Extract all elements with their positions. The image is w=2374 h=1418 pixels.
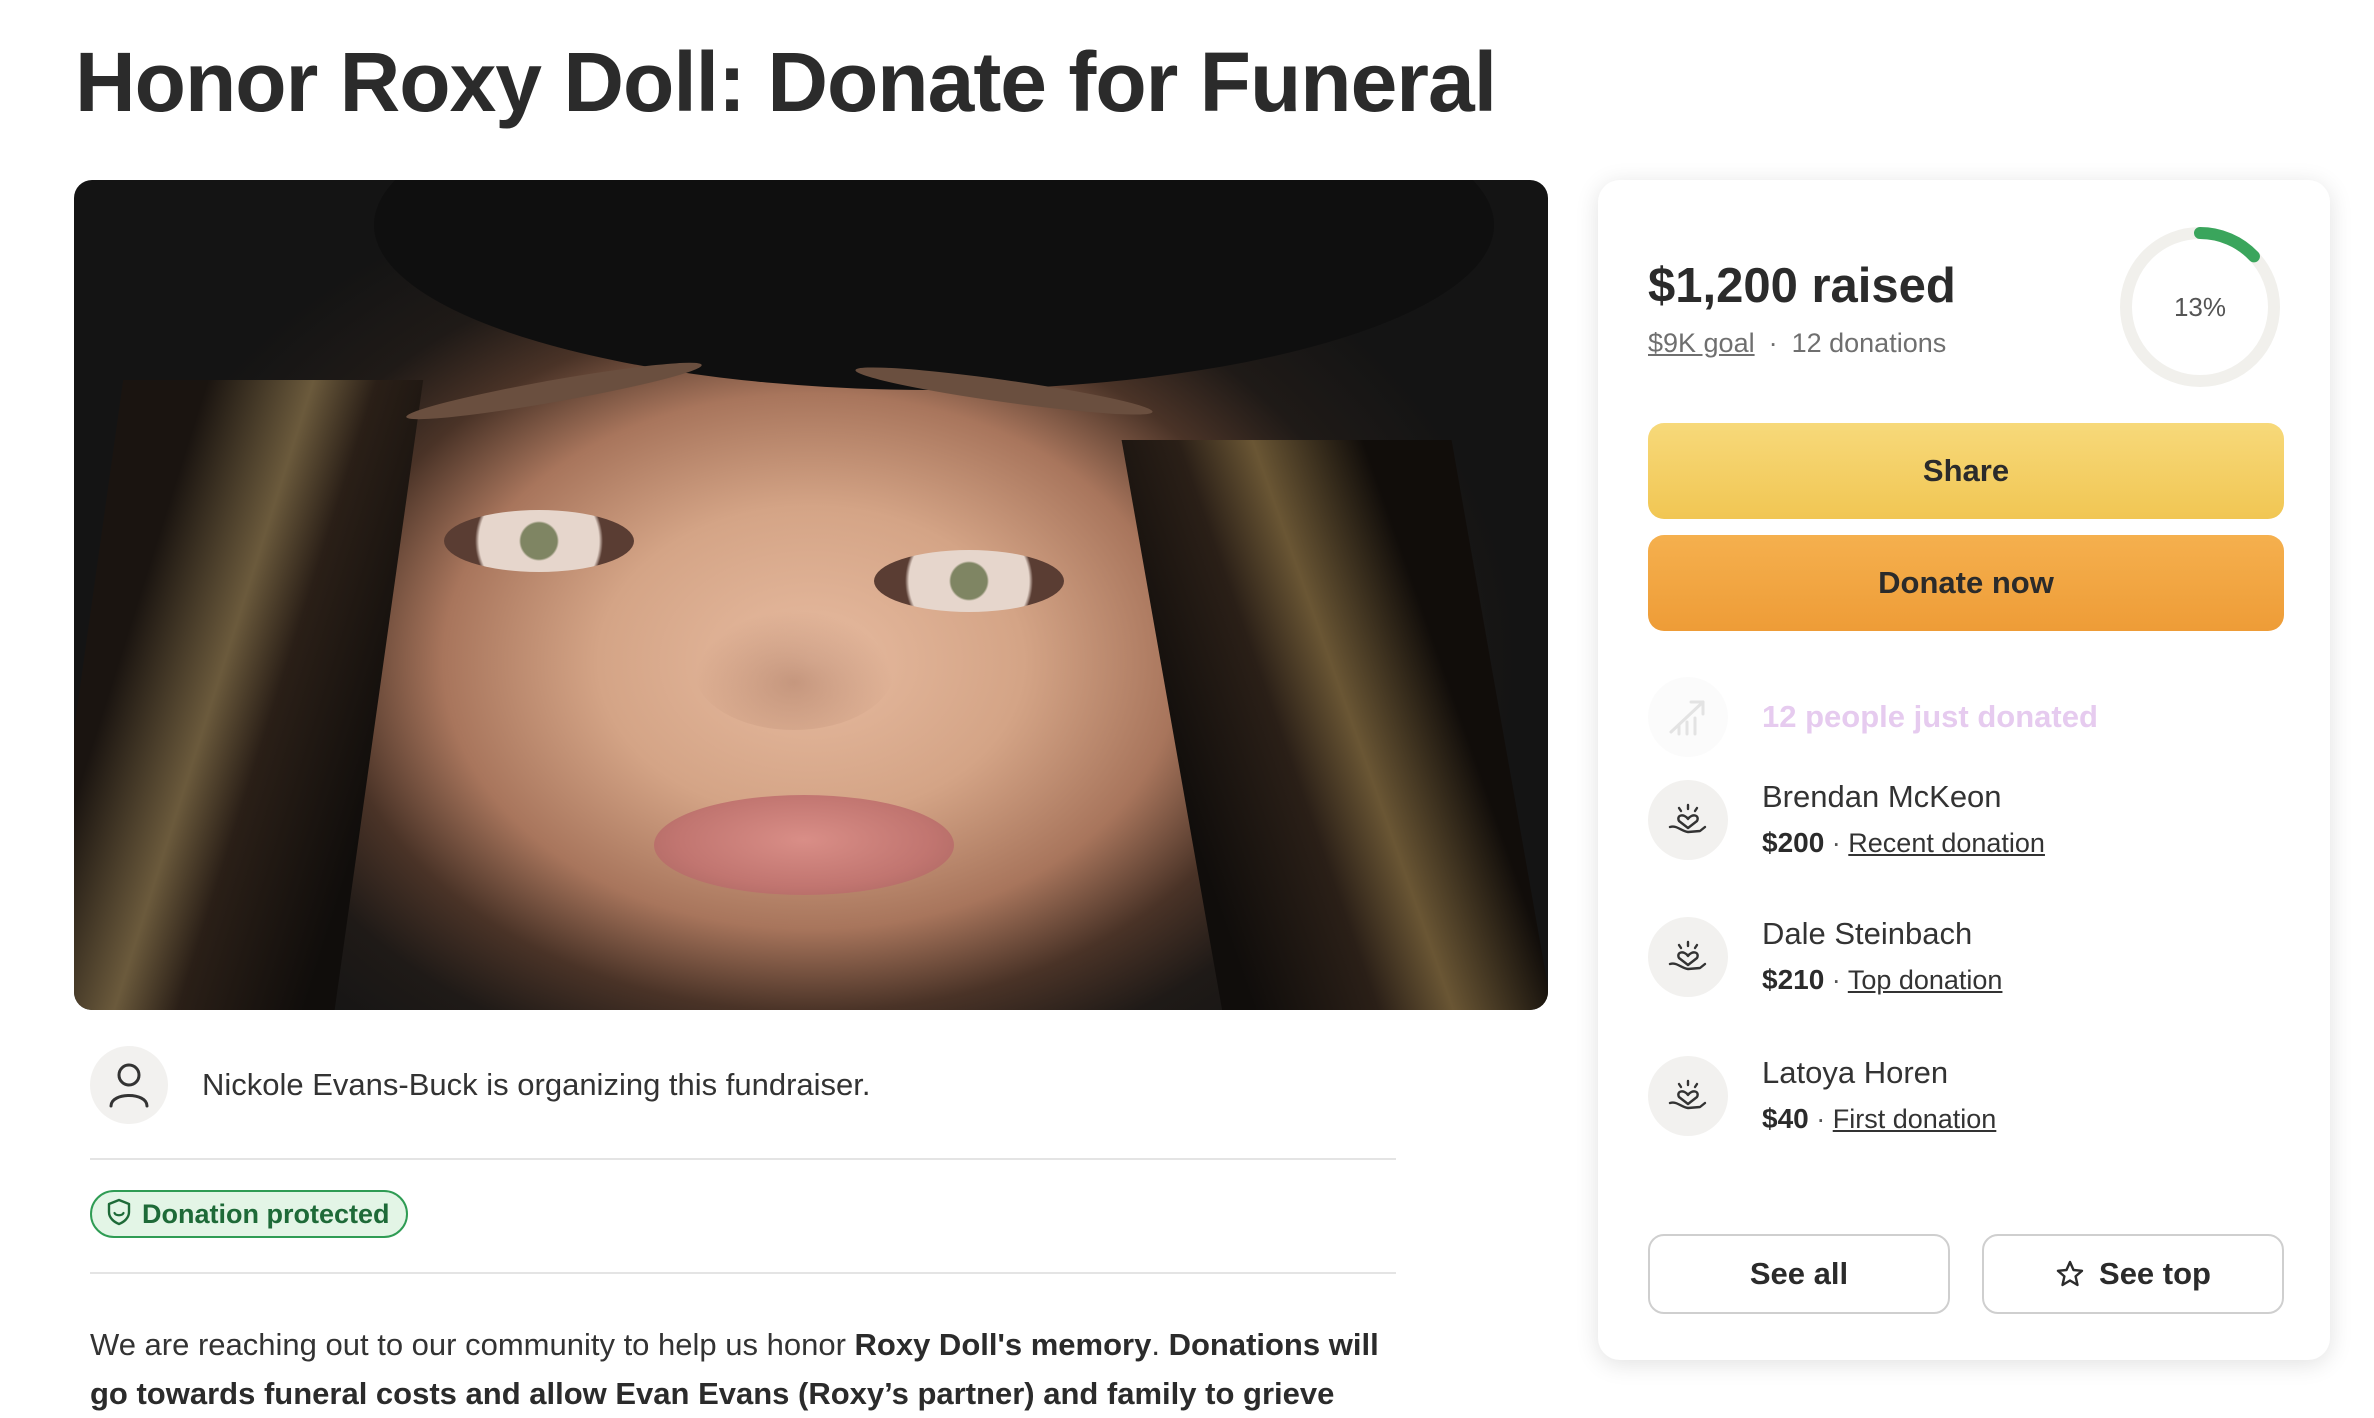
goal-link[interactable]: $9K goal — [1648, 328, 1755, 358]
photo-brow-left — [404, 354, 704, 428]
photo-eye-right — [874, 550, 1064, 612]
donor-separator: · — [1808, 1104, 1833, 1134]
photo-hair-right — [1121, 440, 1548, 1010]
star-icon — [2056, 1260, 2084, 1287]
donor-separator: · — [1824, 828, 1849, 858]
donor-item: Brendan McKeon $200 · Recent donation — [1648, 777, 2045, 863]
photo-hair-left — [74, 380, 424, 1010]
person-icon — [90, 1046, 168, 1124]
heart-hand-icon — [1648, 917, 1728, 997]
progress-percent: 13% — [2173, 291, 2227, 322]
see-top-label: See top — [2099, 1256, 2211, 1291]
story-text-part: We are reaching out to our community to … — [90, 1327, 855, 1362]
donor-separator: · — [1824, 965, 1848, 995]
donation-card: $1,200 raised $9K goal · 12 donations 13% … — [1598, 180, 2330, 1360]
divider — [90, 1158, 1396, 1160]
donor-tag-link[interactable]: First donation — [1833, 1104, 1997, 1134]
organizer-row: Nickole Evans-Buck is organizing this fu… — [90, 1046, 871, 1124]
story-text: We are reaching out to our community to … — [90, 1320, 1410, 1418]
share-button[interactable]: Share — [1648, 423, 2284, 519]
story-text-part: . — [1151, 1327, 1169, 1362]
trending-up-icon — [1648, 677, 1728, 757]
photo-hat — [374, 180, 1494, 390]
photo-nose — [694, 610, 894, 730]
donor-amount: $200 — [1762, 827, 1825, 858]
recent-donations-row: 12 people just donated — [1648, 677, 2098, 757]
see-top-button[interactable]: See top — [1982, 1234, 2284, 1314]
badge-label: Donation protected — [142, 1198, 390, 1229]
donor-amount: $210 — [1762, 964, 1825, 995]
donate-now-button[interactable]: Donate now — [1648, 535, 2284, 631]
organizer-text: Nickole Evans-Buck is organizing this fu… — [202, 1067, 871, 1102]
donor-tag-link[interactable]: Recent donation — [1848, 828, 2045, 858]
donor-name: Dale Steinbach — [1762, 916, 1973, 951]
donation-protected-badge[interactable]: Donation protected — [90, 1190, 408, 1238]
donation-count: 12 donations — [1791, 328, 1947, 358]
goal-meta: $9K goal · 12 donations — [1648, 328, 1946, 359]
divider — [90, 1272, 1396, 1274]
donor-item: Latoya Horen $40 · First donation — [1648, 1053, 1996, 1139]
meta-separator: · — [1768, 328, 1778, 358]
donor-amount: $40 — [1762, 1103, 1809, 1134]
donor-name: Latoya Horen — [1762, 1055, 1949, 1090]
fundraiser-photo[interactable] — [74, 180, 1548, 1010]
amount-raised: $1,200 raised — [1648, 259, 1956, 313]
photo-eye-left — [444, 510, 634, 572]
heart-hand-icon — [1648, 1056, 1728, 1136]
page-title: Honor Roxy Doll: Donate for Funeral — [75, 35, 1497, 129]
recent-donations-text: 12 people just donated — [1762, 699, 2098, 734]
donor-item: Dale Steinbach $210 · Top donation — [1648, 914, 2002, 1000]
story-bold-memory: Roxy Doll's memory — [854, 1327, 1152, 1362]
shield-icon — [106, 1198, 132, 1231]
donor-name: Brendan McKeon — [1762, 779, 2002, 814]
photo-lips — [654, 795, 954, 895]
heart-hand-icon — [1648, 780, 1728, 860]
donor-tag-link[interactable]: Top donation — [1848, 965, 2003, 995]
see-all-button[interactable]: See all — [1648, 1234, 1950, 1314]
